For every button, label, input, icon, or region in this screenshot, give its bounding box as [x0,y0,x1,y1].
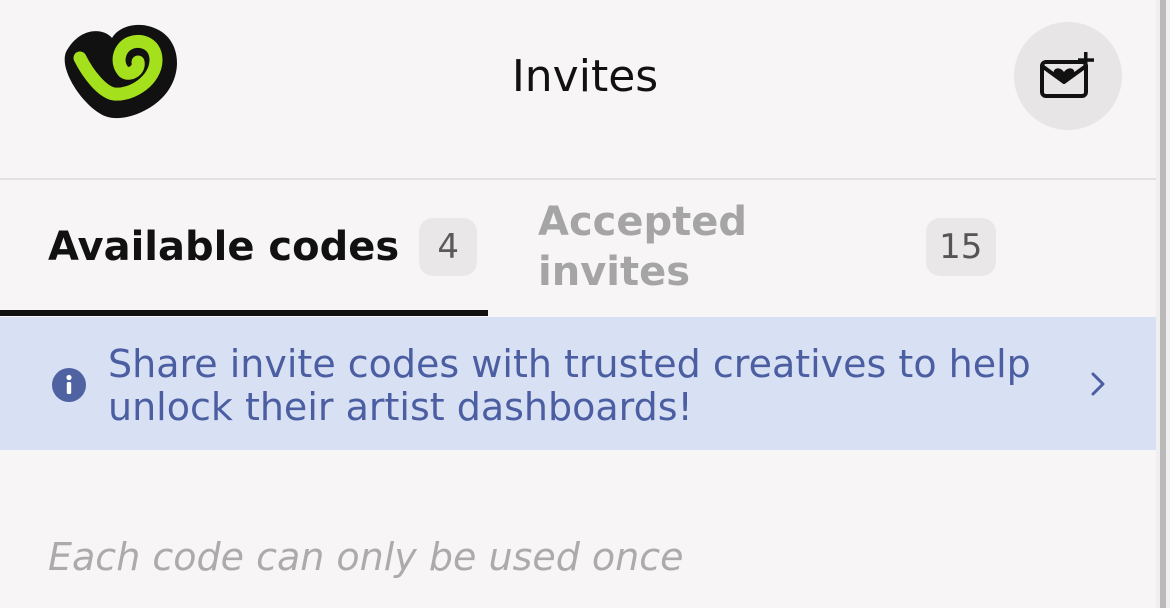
scrollbar-thumb[interactable] [1160,0,1166,608]
usage-hint: Each code can only be used once [48,535,684,579]
tab-count-badge: 15 [925,218,996,276]
tab-label: Available codes [48,224,400,270]
invites-page: Invites Available codes 4 Accepted invit… [0,0,1170,608]
tab-accepted-invites[interactable]: Accepted invites 15 [536,180,996,314]
tab-count-badge: 4 [419,218,478,276]
tab-available-codes[interactable]: Available codes 4 [0,180,488,314]
active-tab-indicator [0,310,488,316]
info-banner[interactable]: Share invite codes with trusted creative… [0,317,1170,450]
chevron-right-icon [1086,369,1110,399]
page-title: Invites [511,51,659,102]
info-icon [52,368,86,402]
scrollbar[interactable] [1156,0,1170,608]
envelope-heart-plus-icon [1040,52,1094,98]
banner-message: Share invite codes with trusted creative… [108,342,1031,429]
tab-label: Accepted invites [538,199,748,295]
header: Invites [0,0,1156,180]
tab-bar: Available codes 4 Accepted invites 15 [0,180,1156,317]
new-invite-button[interactable] [1014,22,1122,130]
